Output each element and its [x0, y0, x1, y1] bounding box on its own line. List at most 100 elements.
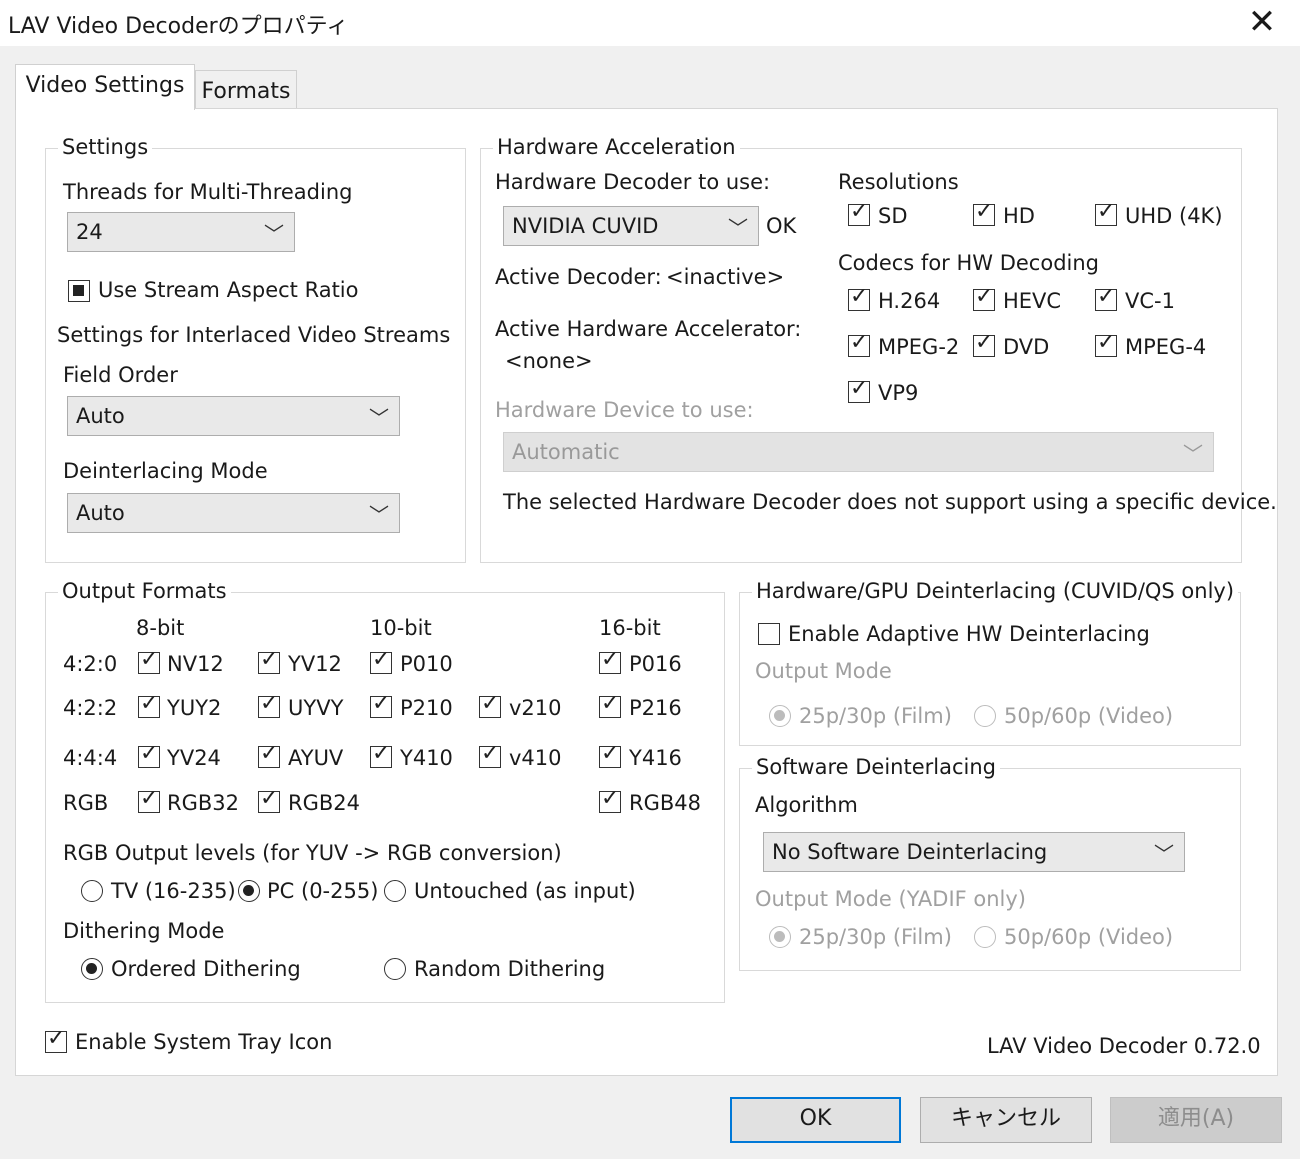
- fmt-yv24-checkbox[interactable]: ✓: [138, 741, 160, 768]
- window-title: LAV Video Decoderのプロパティ: [8, 14, 349, 39]
- levels-pc-label: PC (0-255): [267, 879, 379, 903]
- resolutions-label: Resolutions: [838, 170, 959, 194]
- fmt-yv12-label: YV12: [288, 652, 342, 676]
- fmt-ayuv-checkbox[interactable]: ✓: [258, 741, 280, 768]
- codecs-label: Codecs for HW Decoding: [838, 251, 1099, 275]
- fmt-p210-checkbox[interactable]: ✓: [370, 691, 392, 718]
- fmt-rgb32-checkbox[interactable]: ✓: [138, 786, 160, 813]
- enable-hw-deint-label: Enable Adaptive HW Deinterlacing: [788, 622, 1150, 646]
- fmt-v410-label: v410: [509, 746, 562, 770]
- levels-tv-radio[interactable]: [81, 880, 103, 902]
- fmt-yv12-checkbox[interactable]: ✓: [258, 647, 280, 674]
- sw-video-label: 50p/60p (Video): [1004, 925, 1174, 949]
- fmt-rgb48-checkbox[interactable]: ✓: [599, 786, 621, 813]
- dither-random-label: Random Dithering: [414, 957, 606, 981]
- enable-hw-deint-checkbox[interactable]: [758, 623, 780, 645]
- ok-button[interactable]: OK: [730, 1097, 901, 1143]
- hw-film-label: 25p/30p (Film): [799, 704, 952, 728]
- threads-select[interactable]: 24 ﹀: [67, 212, 295, 252]
- codec-vp9-label: VP9: [878, 381, 919, 405]
- res-uhd-checkbox[interactable]: ✓: [1095, 199, 1117, 226]
- field-order-select[interactable]: Auto ﹀: [67, 396, 400, 436]
- apply-button[interactable]: 適用(A): [1110, 1097, 1282, 1143]
- row-420-label: 4:2:0: [63, 652, 118, 676]
- hw-film-radio[interactable]: [769, 705, 791, 727]
- hw-output-mode-label: Output Mode: [755, 659, 892, 683]
- hw-device-note: The selected Hardware Decoder does not s…: [503, 490, 1277, 514]
- use-stream-aspect-checkbox[interactable]: [68, 280, 90, 302]
- codec-mpeg4-checkbox[interactable]: ✓: [1095, 330, 1117, 357]
- hw-deinterlacing-group-label: Hardware/GPU Deinterlacing (CUVID/QS onl…: [752, 579, 1239, 603]
- fmt-v410-checkbox[interactable]: ✓: [479, 741, 501, 768]
- codec-dvd-checkbox[interactable]: ✓: [973, 330, 995, 357]
- dither-ordered-radio[interactable]: [81, 958, 103, 980]
- hw-video-label: 50p/60p (Video): [1004, 704, 1174, 728]
- deinterlacing-mode-select[interactable]: Auto ﹀: [67, 493, 400, 533]
- fmt-y410-label: Y410: [400, 746, 453, 770]
- tab-formats[interactable]: Formats: [195, 70, 297, 110]
- system-tray-checkbox[interactable]: ✓: [45, 1026, 67, 1053]
- res-uhd-label: UHD (4K): [1125, 204, 1223, 228]
- codec-vc1-label: VC-1: [1125, 289, 1175, 313]
- fmt-p010-checkbox[interactable]: ✓: [370, 647, 392, 674]
- deinterlacing-mode-value: Auto: [76, 501, 125, 525]
- use-stream-aspect-label: Use Stream Aspect Ratio: [98, 278, 359, 302]
- res-sd-checkbox[interactable]: ✓: [848, 199, 870, 226]
- deinterlacing-mode-label: Deinterlacing Mode: [63, 459, 268, 483]
- hw-decoder-status: OK: [766, 214, 797, 238]
- rgb-levels-label: RGB Output levels (for YUV -> RGB conver…: [63, 841, 562, 865]
- sw-video-radio[interactable]: [974, 926, 996, 948]
- title-bar: LAV Video Decoderのプロパティ ✕: [0, 0, 1300, 46]
- fmt-v210-checkbox[interactable]: ✓: [479, 691, 501, 718]
- hw-device-label: Hardware Device to use:: [495, 398, 754, 422]
- codec-mpeg2-checkbox[interactable]: ✓: [848, 330, 870, 357]
- tab-video-settings[interactable]: Video Settings: [15, 64, 195, 110]
- fmt-nv12-checkbox[interactable]: ✓: [138, 647, 160, 674]
- chevron-down-icon: ﹀: [369, 406, 389, 430]
- active-decoder-label: Active Decoder:: [495, 265, 662, 289]
- active-accel-label: Active Hardware Accelerator:: [495, 317, 802, 341]
- chevron-down-icon: ﹀: [264, 222, 284, 246]
- chevron-down-icon: ﹀: [1183, 442, 1203, 466]
- dither-random-radio[interactable]: [384, 958, 406, 980]
- dither-ordered-label: Ordered Dithering: [111, 957, 301, 981]
- fmt-p210-label: P210: [400, 696, 453, 720]
- codec-vp9-checkbox[interactable]: ✓: [848, 376, 870, 403]
- fmt-yv24-label: YV24: [167, 746, 221, 770]
- levels-tv-label: TV (16-235): [111, 879, 236, 903]
- fmt-uyvy-checkbox[interactable]: ✓: [258, 691, 280, 718]
- col-8bit-label: 8-bit: [136, 616, 185, 640]
- codec-vc1-checkbox[interactable]: ✓: [1095, 284, 1117, 311]
- levels-pc-radio[interactable]: [238, 880, 260, 902]
- fmt-uyvy-label: UYVY: [288, 696, 344, 720]
- chevron-down-icon: ﹀: [728, 216, 748, 240]
- fmt-p016-checkbox[interactable]: ✓: [599, 647, 621, 674]
- res-hd-checkbox[interactable]: ✓: [973, 199, 995, 226]
- codec-h264-label: H.264: [878, 289, 941, 313]
- close-icon[interactable]: ✕: [1244, 2, 1280, 42]
- fmt-yuy2-checkbox[interactable]: ✓: [138, 691, 160, 718]
- hw-decoder-value: NVIDIA CUVID: [512, 214, 659, 238]
- algorithm-select[interactable]: No Software Deinterlacing ﹀: [763, 832, 1185, 872]
- sw-output-mode-label: Output Mode (YADIF only): [755, 887, 1027, 911]
- fmt-y416-checkbox[interactable]: ✓: [599, 741, 621, 768]
- cancel-button[interactable]: キャンセル: [920, 1097, 1092, 1143]
- field-order-label: Field Order: [63, 363, 178, 387]
- fmt-p010-label: P010: [400, 652, 453, 676]
- interlaced-settings-label: Settings for Interlaced Video Streams: [57, 323, 451, 347]
- fmt-p216-checkbox[interactable]: ✓: [599, 691, 621, 718]
- version-text: LAV Video Decoder 0.72.0: [987, 1034, 1261, 1058]
- algorithm-label: Algorithm: [755, 793, 858, 817]
- hw-video-radio[interactable]: [974, 705, 996, 727]
- fmt-yuy2-label: YUY2: [167, 696, 222, 720]
- fmt-rgb24-checkbox[interactable]: ✓: [258, 786, 280, 813]
- hw-decoder-select[interactable]: NVIDIA CUVID ﹀: [503, 206, 759, 246]
- fmt-y410-checkbox[interactable]: ✓: [370, 741, 392, 768]
- codec-hevc-checkbox[interactable]: ✓: [973, 284, 995, 311]
- fmt-rgb24-label: RGB24: [288, 791, 360, 815]
- sw-film-radio[interactable]: [769, 926, 791, 948]
- codec-h264-checkbox[interactable]: ✓: [848, 284, 870, 311]
- chevron-down-icon: ﹀: [1154, 842, 1174, 866]
- levels-untouched-radio[interactable]: [384, 880, 406, 902]
- hw-device-select[interactable]: Automatic ﹀: [503, 432, 1214, 472]
